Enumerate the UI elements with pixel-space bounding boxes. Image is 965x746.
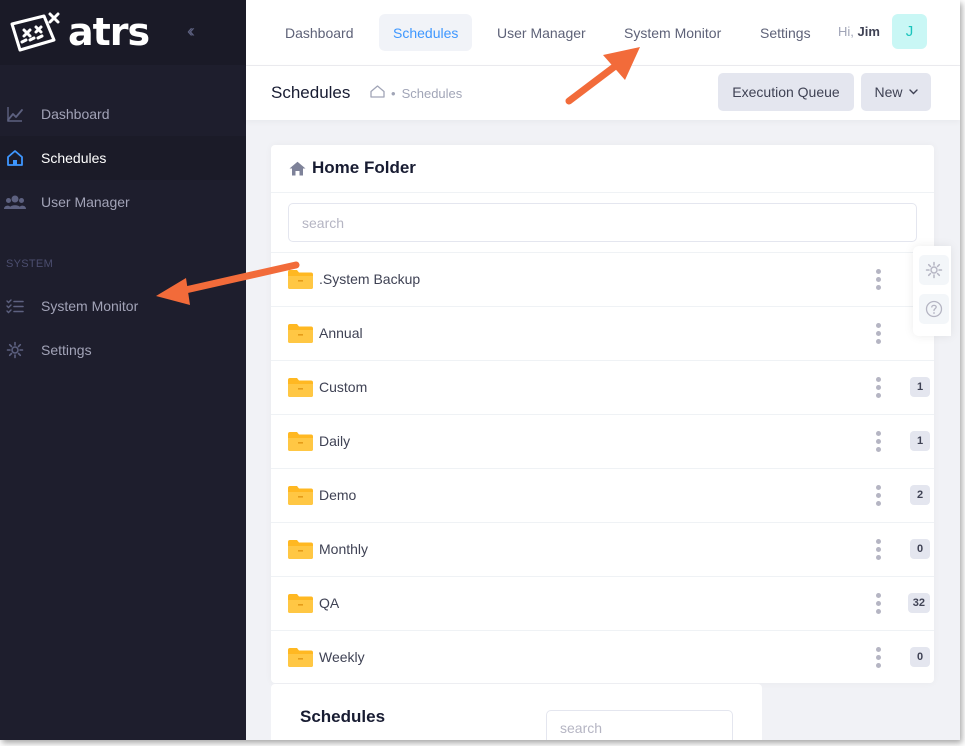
folder-name: Weekly xyxy=(319,649,365,665)
gear-icon xyxy=(925,261,943,279)
floating-toolbar xyxy=(913,246,951,336)
page-title: Schedules xyxy=(271,83,351,102)
folder-row[interactable]: Annual xyxy=(271,306,934,360)
folder-icon xyxy=(288,485,313,510)
folder-count-badge: 32 xyxy=(907,593,930,613)
new-button-label: New xyxy=(874,84,903,100)
sidebar-item-system-monitor[interactable]: System Monitor xyxy=(0,284,246,328)
sidebar-section-system: SYSTEM xyxy=(6,258,54,270)
folder-count-badge: 0 xyxy=(910,647,930,667)
folder-row[interactable]: Monthly 0 xyxy=(271,522,934,576)
tab-settings[interactable]: Settings xyxy=(746,14,825,51)
chart-line-icon xyxy=(0,105,35,123)
help-button[interactable] xyxy=(919,294,949,324)
tab-system-monitor[interactable]: System Monitor xyxy=(610,14,735,51)
sidebar-item-label: Dashboard xyxy=(41,106,110,122)
folder-count-badge: 1 xyxy=(910,377,930,397)
folder-row[interactable]: .System Backup xyxy=(271,252,934,306)
folder-menu-icon[interactable] xyxy=(875,593,881,614)
tab-user-manager[interactable]: User Manager xyxy=(483,14,600,51)
sidebar-brand: atrs ‹‹ xyxy=(0,0,246,65)
folder-icon xyxy=(288,269,313,294)
folder-row[interactable]: Custom 1 xyxy=(271,360,934,414)
folder-menu-icon[interactable] xyxy=(875,269,881,290)
folder-icon xyxy=(288,323,313,348)
breadcrumb-separator: • xyxy=(391,85,396,101)
list-check-icon xyxy=(0,298,35,314)
folder-name: Demo xyxy=(319,487,357,503)
panel-header: Home Folder xyxy=(271,145,934,193)
folder-row[interactable]: Daily 1 xyxy=(271,414,934,468)
panel-title: Home Folder xyxy=(289,158,416,178)
breadcrumb: • Schedules xyxy=(370,85,462,101)
folder-row[interactable]: Weekly 0 xyxy=(271,630,934,684)
tab-schedules[interactable]: Schedules xyxy=(379,14,473,51)
folder-count-badge: 2 xyxy=(910,485,930,505)
settings-toggle-button[interactable] xyxy=(919,255,949,285)
app-window: atrs ‹‹ Dashboard Schedules User Manager… xyxy=(0,0,960,740)
gear-icon xyxy=(0,341,35,359)
sidebar-item-user-manager[interactable]: User Manager xyxy=(0,180,246,224)
folder-name: Annual xyxy=(319,325,363,341)
breadcrumb-item[interactable]: Schedules xyxy=(402,86,463,101)
folder-count-badge: 1 xyxy=(910,431,930,451)
sidebar-item-label: Settings xyxy=(41,342,92,358)
folder-icon xyxy=(288,377,313,402)
user-name: Jim xyxy=(857,24,880,39)
folder-row[interactable]: Demo 2 xyxy=(271,468,934,522)
avatar[interactable]: J xyxy=(892,14,927,49)
sidebar-item-schedules[interactable]: Schedules xyxy=(0,136,246,180)
sidebar-item-label: System Monitor xyxy=(41,298,139,314)
collapse-sidebar-icon[interactable]: ‹‹ xyxy=(187,21,195,42)
logo[interactable]: atrs xyxy=(6,10,150,54)
help-icon xyxy=(925,300,943,318)
chevron-down-icon xyxy=(908,89,918,95)
folder-menu-icon[interactable] xyxy=(875,323,881,344)
folder-menu-icon[interactable] xyxy=(875,377,881,398)
folder-count-badge: 0 xyxy=(910,539,930,559)
folder-name: Custom xyxy=(319,379,368,395)
sidebar-item-label: Schedules xyxy=(41,150,107,166)
logo-text: atrs xyxy=(68,10,150,54)
folder-menu-icon[interactable] xyxy=(875,485,881,506)
user-greeting: Hi, Jim xyxy=(838,24,880,39)
folder-icon xyxy=(288,647,313,672)
sidebar-item-label: User Manager xyxy=(41,194,130,210)
execution-queue-button[interactable]: Execution Queue xyxy=(718,73,854,111)
new-button[interactable]: New xyxy=(861,73,931,111)
logo-icon xyxy=(10,12,60,52)
folder-menu-icon[interactable] xyxy=(875,431,881,452)
home-folder-panel: Home Folder .System BackupAnnualCustom1D… xyxy=(271,145,934,683)
folder-name: .System Backup xyxy=(319,271,421,287)
greeting-text: Hi, xyxy=(838,24,854,39)
schedules-panel-title: Schedules xyxy=(300,707,386,726)
folder-icon xyxy=(288,593,313,618)
schedules-panel: Schedules xyxy=(271,684,762,740)
folder-name: QA xyxy=(319,595,340,611)
folder-icon xyxy=(288,539,313,564)
folder-search-input[interactable] xyxy=(288,203,917,242)
home-icon xyxy=(0,149,35,167)
sidebar-item-settings[interactable]: Settings xyxy=(0,328,246,372)
panel-title-text: Home Folder xyxy=(312,158,416,177)
folder-row[interactable]: QA 32 xyxy=(271,576,934,630)
folder-menu-icon[interactable] xyxy=(875,539,881,560)
users-icon xyxy=(0,194,35,210)
folder-icon xyxy=(288,431,313,456)
sidebar-item-dashboard[interactable]: Dashboard xyxy=(0,92,246,136)
schedules-search-input[interactable] xyxy=(546,710,733,740)
folder-name: Monthly xyxy=(319,541,369,557)
top-navbar: Dashboard Schedules User Manager System … xyxy=(246,0,960,66)
folder-menu-icon[interactable] xyxy=(875,647,881,668)
breadcrumb-home-icon[interactable] xyxy=(370,85,385,101)
home-icon xyxy=(289,161,306,175)
subheader: Schedules • Schedules Execution Queue Ne… xyxy=(246,66,960,120)
sidebar: atrs ‹‹ Dashboard Schedules User Manager… xyxy=(0,0,246,740)
tab-dashboard[interactable]: Dashboard xyxy=(271,14,368,51)
folder-name: Daily xyxy=(319,433,351,449)
